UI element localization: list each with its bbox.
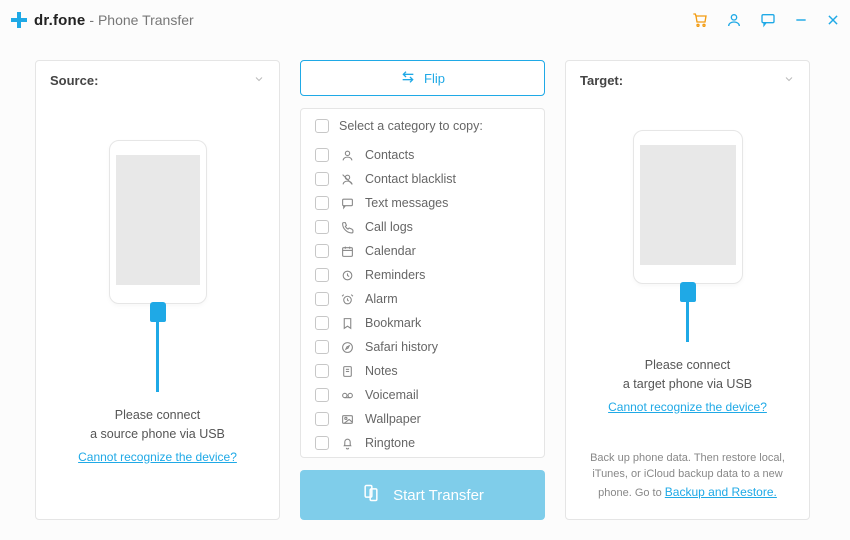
transfer-icon — [361, 483, 381, 507]
source-panel: Source: Please connect a source phone vi… — [35, 60, 280, 520]
checkbox[interactable] — [315, 292, 329, 306]
person-icon — [339, 149, 355, 162]
checkbox[interactable] — [315, 220, 329, 234]
image-icon — [339, 413, 355, 426]
category-bookmark[interactable]: Bookmark — [315, 311, 530, 335]
category-contacts[interactable]: Contacts — [315, 143, 530, 167]
chevron-down-icon — [783, 73, 795, 88]
chevron-down-icon — [253, 73, 265, 88]
alarm-icon — [339, 293, 355, 306]
start-transfer-button[interactable]: Start Transfer — [300, 470, 545, 520]
checkbox[interactable] — [315, 412, 329, 426]
voicemail-icon — [339, 389, 355, 402]
target-message: Please connect a target phone via USB — [623, 356, 752, 394]
bell-icon — [339, 437, 355, 450]
category-wallpaper[interactable]: Wallpaper — [315, 407, 530, 431]
target-header[interactable]: Target: — [566, 61, 809, 100]
category-blacklist[interactable]: Contact blacklist — [315, 167, 530, 191]
minimize-icon[interactable] — [794, 13, 808, 27]
checkbox[interactable] — [315, 316, 329, 330]
target-panel: Target: Please connect a target phone vi… — [565, 60, 810, 520]
checkbox[interactable] — [315, 340, 329, 354]
usb-cable-icon — [680, 284, 696, 342]
category-reminders[interactable]: Reminders — [315, 263, 530, 287]
select-all-row[interactable]: Select a category to copy: — [301, 109, 544, 143]
notes-icon — [339, 365, 355, 378]
source-message: Please connect a source phone via USB — [90, 406, 225, 444]
app-title: - Phone Transfer — [89, 12, 193, 28]
brand-logo-icon — [10, 11, 28, 29]
titlebar: dr.fone - Phone Transfer — [0, 0, 850, 40]
category-calendar[interactable]: Calendar — [315, 239, 530, 263]
target-phone-icon — [633, 130, 743, 284]
brand: dr.fone — [10, 11, 85, 29]
backup-restore-link[interactable]: Backup and Restore. — [665, 483, 777, 501]
usb-cable-icon — [150, 304, 166, 392]
checkbox[interactable] — [315, 268, 329, 282]
checkbox[interactable] — [315, 364, 329, 378]
window-controls — [692, 12, 840, 28]
category-voicememos[interactable]: Voice Memos — [315, 455, 530, 457]
person-block-icon — [339, 173, 355, 186]
source-label: Source: — [50, 73, 98, 88]
cart-icon[interactable] — [692, 12, 708, 28]
source-phone-icon — [109, 140, 207, 304]
backup-message: Back up phone data. Then restore local, … — [582, 450, 793, 506]
target-help-link[interactable]: Cannot recognize the device? — [608, 400, 767, 414]
brand-name: dr.fone — [34, 12, 85, 29]
category-list[interactable]: Contacts Contact blacklist Text messages — [301, 143, 538, 457]
checkbox[interactable] — [315, 172, 329, 186]
reminder-icon — [339, 269, 355, 282]
message-icon — [339, 197, 355, 210]
middle-panel: Flip Select a category to copy: Contacts — [300, 60, 545, 520]
calendar-icon — [339, 245, 355, 258]
compass-icon — [339, 341, 355, 354]
checkbox[interactable] — [315, 388, 329, 402]
flip-label: Flip — [424, 71, 445, 86]
checkbox[interactable] — [315, 244, 329, 258]
category-safari[interactable]: Safari history — [315, 335, 530, 359]
bookmark-icon — [339, 317, 355, 330]
checkbox[interactable] — [315, 148, 329, 162]
category-texts[interactable]: Text messages — [315, 191, 530, 215]
category-panel: Select a category to copy: Contacts Cont… — [300, 108, 545, 458]
select-all-checkbox[interactable] — [315, 119, 329, 133]
flip-button[interactable]: Flip — [300, 60, 545, 96]
category-voicemail[interactable]: Voicemail — [315, 383, 530, 407]
source-header[interactable]: Source: — [36, 61, 279, 100]
flip-icon — [400, 70, 416, 87]
account-icon[interactable] — [726, 12, 742, 28]
category-alarm[interactable]: Alarm — [315, 287, 530, 311]
checkbox[interactable] — [315, 436, 329, 450]
close-icon[interactable] — [826, 13, 840, 27]
category-notes[interactable]: Notes — [315, 359, 530, 383]
main: Source: Please connect a source phone vi… — [0, 40, 850, 540]
feedback-icon[interactable] — [760, 12, 776, 28]
category-calls[interactable]: Call logs — [315, 215, 530, 239]
category-ringtone[interactable]: Ringtone — [315, 431, 530, 455]
phone-icon — [339, 221, 355, 234]
start-label: Start Transfer — [393, 487, 484, 504]
target-label: Target: — [580, 73, 623, 88]
source-help-link[interactable]: Cannot recognize the device? — [78, 450, 237, 464]
checkbox[interactable] — [315, 196, 329, 210]
select-label: Select a category to copy: — [339, 119, 483, 133]
